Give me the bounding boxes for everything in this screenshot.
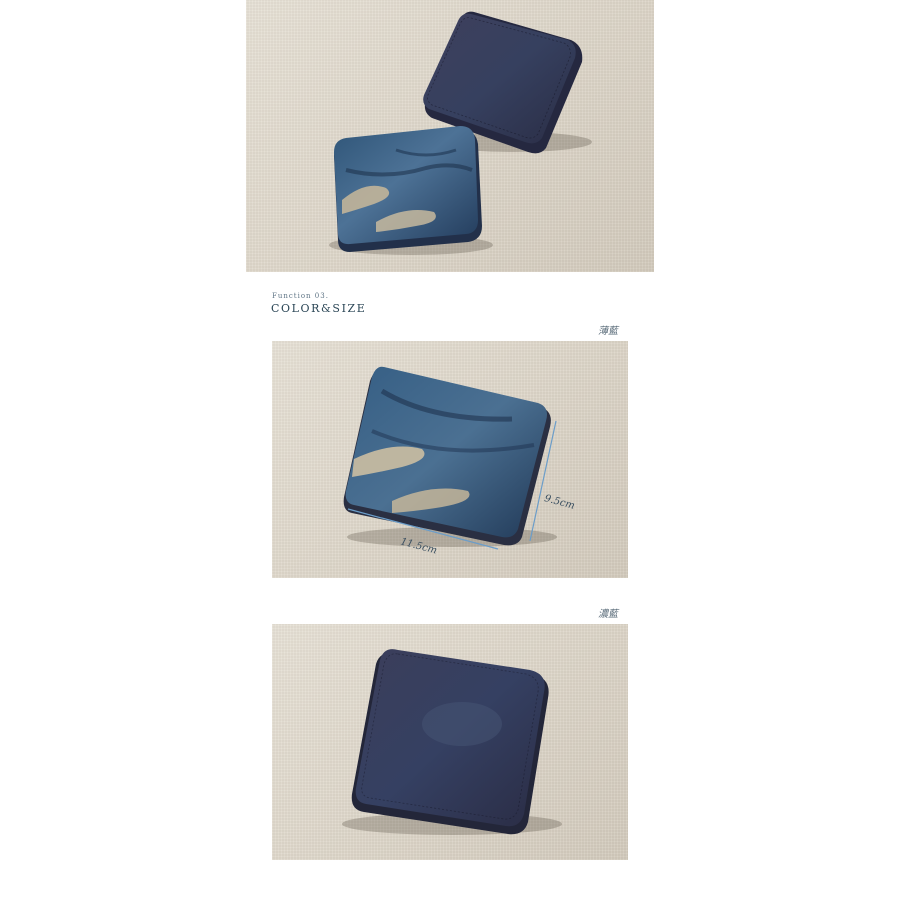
section-kicker: Function 03. [272, 292, 329, 300]
dark-indigo-wallet-illustration [342, 649, 562, 835]
section-title: COLOR&SIZE [271, 302, 367, 315]
hero-photo [246, 0, 654, 272]
color-label-dark-indigo: 濃藍 [598, 609, 618, 620]
light-indigo-wallet-photo: 9.5cm 11.5cm [272, 341, 628, 578]
light-indigo-wallet-illustration [343, 366, 557, 550]
color-label-light-indigo: 薄藍 [598, 326, 618, 337]
hero-wallets-illustration [329, 11, 592, 255]
dark-indigo-wallet-photo [272, 624, 628, 860]
